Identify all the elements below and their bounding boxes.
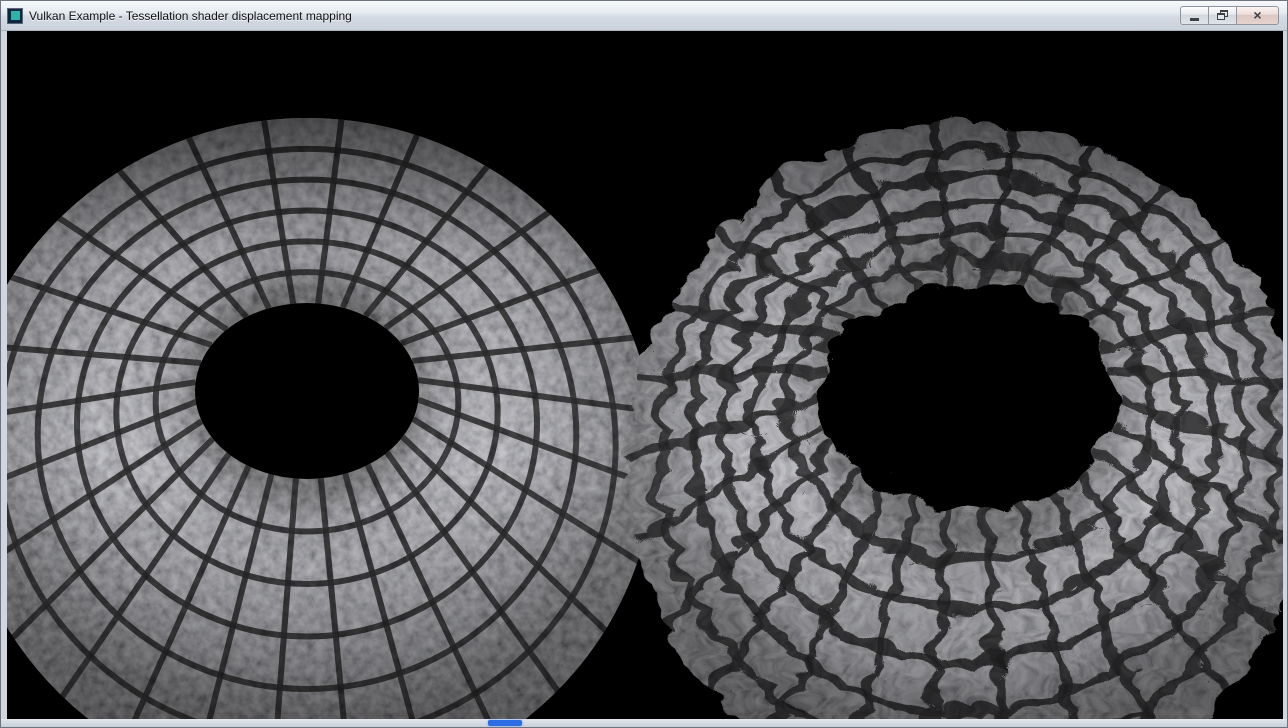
vulkan-3d-scene[interactable]	[7, 31, 1283, 721]
minimize-button[interactable]	[1180, 6, 1209, 25]
torus-hole	[195, 303, 419, 479]
restore-icon	[1217, 10, 1229, 21]
vulkan-example-app-icon	[7, 8, 23, 24]
taskbar-peek-blue	[488, 720, 522, 726]
minimize-icon	[1190, 18, 1199, 21]
close-icon: ×	[1253, 7, 1261, 24]
window-title: Vulkan Example - Tessellation shader dis…	[29, 9, 352, 23]
close-button[interactable]: ×	[1236, 6, 1279, 25]
torus-hole	[812, 279, 1112, 503]
titlebar[interactable]: Vulkan Example - Tessellation shader dis…	[1, 1, 1287, 31]
window-bottom-border	[1, 719, 1287, 727]
app-icon-glyph	[11, 11, 20, 20]
render-viewport[interactable]	[7, 31, 1281, 719]
window-controls: ×	[1181, 6, 1279, 25]
app-window: Vulkan Example - Tessellation shader dis…	[0, 0, 1288, 728]
restore-button[interactable]	[1208, 6, 1237, 25]
